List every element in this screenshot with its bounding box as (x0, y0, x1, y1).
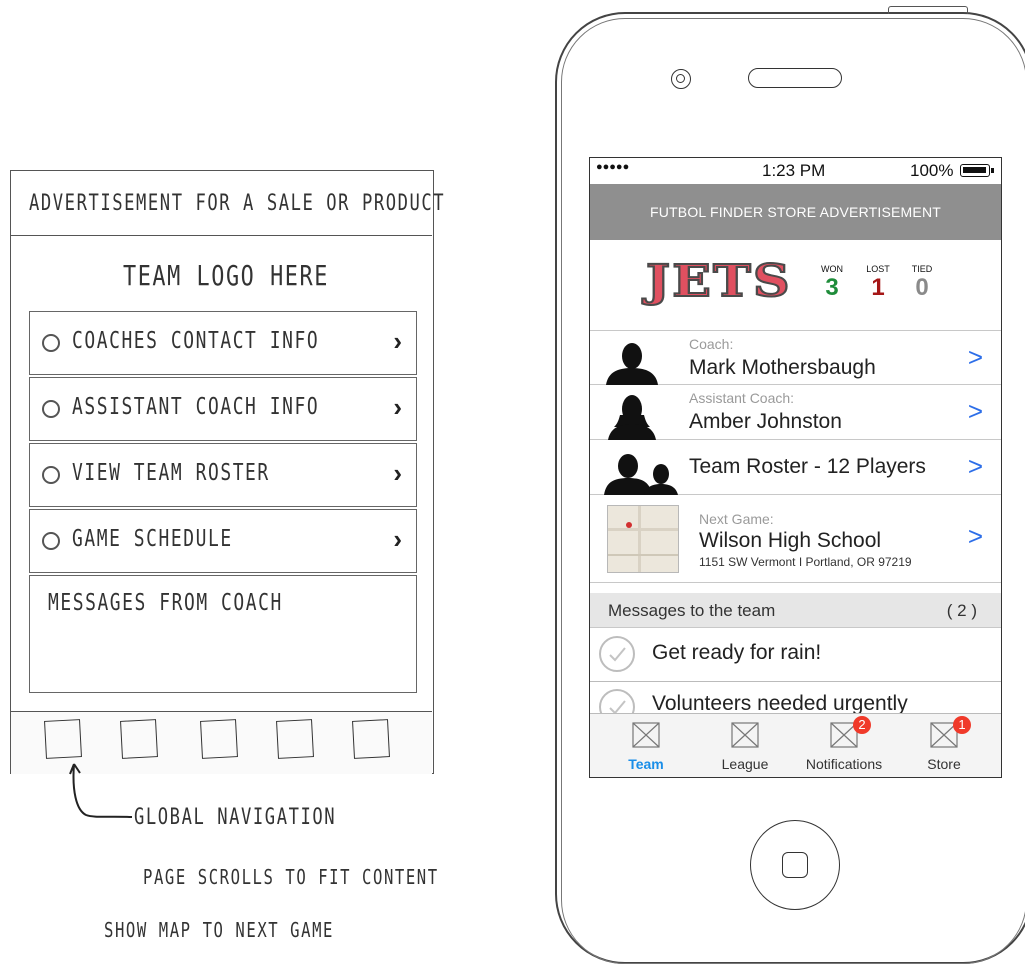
assistant-coach-row[interactable]: Assistant Coach: Amber Johnston > (590, 385, 1001, 440)
map-thumbnail[interactable] (607, 505, 679, 573)
team-roster-label: Team Roster - 12 Players (689, 455, 926, 478)
sketch-menu-item[interactable]: COACHES CONTACT INFO › (29, 311, 417, 375)
coach-sublabel: Coach: (689, 336, 734, 352)
sketch-ad-banner: ADVERTISEMENT FOR A SALE OR PRODUCT (11, 171, 444, 236)
sketch-messages-label: MESSAGES FROM COACH (48, 590, 283, 616)
message-text: Get ready for rain! (652, 641, 822, 664)
sketch-bullet-icon (42, 466, 60, 484)
battery-percent: 100% (910, 161, 954, 180)
sketch-menu-label: COACHES CONTACT INFO (72, 328, 320, 354)
tab-label: League (721, 756, 769, 772)
placeholder-image-icon (731, 722, 759, 748)
sketch-chevron-icon: › (393, 458, 402, 488)
tab-store[interactable]: 1 Store (893, 714, 995, 777)
sketch-nav-icon[interactable] (120, 719, 158, 759)
sketch-menu-item[interactable]: VIEW TEAM ROSTER › (29, 443, 417, 507)
tab-label: Team (628, 756, 664, 772)
status-time: 1:23 PM (762, 161, 826, 180)
home-square-icon (782, 852, 808, 878)
camera-icon (671, 69, 691, 89)
record-lost: LOST 1 (858, 264, 898, 302)
chevron-right-icon: > (967, 451, 983, 481)
sketch-menu-item[interactable]: GAME SCHEDULE › (29, 509, 417, 573)
sketch-nav-icon[interactable] (200, 719, 238, 759)
placeholder-image-icon (632, 722, 660, 748)
speaker-icon (748, 68, 842, 88)
sketch-menu-label: ASSISTANT COACH INFO (72, 394, 320, 420)
tab-team[interactable]: Team (595, 714, 697, 777)
record-value: 1 (871, 274, 885, 301)
map-pin-icon (626, 522, 632, 528)
sketch-annotation-global-nav: GLOBAL NAVIGATION (134, 805, 337, 830)
sketch-bullet-icon (42, 532, 60, 550)
home-button[interactable] (750, 820, 840, 910)
sketch-menu-item[interactable]: ASSISTANT COACH INFO › (29, 377, 417, 441)
next-game-address: 1151 SW Vermont I Portland, OR 97219 (699, 555, 912, 569)
sketch-messages-box: MESSAGES FROM COACH (29, 575, 417, 693)
status-bar: ●●●●● 1:23 PM 100% (590, 158, 1001, 184)
messages-header: Messages to the team ( 2 ) (590, 593, 1001, 628)
record-label: LOST (866, 264, 890, 274)
sketch-bullet-icon (42, 400, 60, 418)
chevron-right-icon: > (967, 396, 983, 426)
assistant-coach-sublabel: Assistant Coach: (689, 390, 795, 406)
person-silhouette-icon (608, 395, 656, 440)
sketch-wireframe: ADVERTISEMENT FOR A SALE OR PRODUCT TEAM… (10, 170, 444, 774)
messages-header-title: Messages to the team (608, 601, 776, 620)
chevron-right-icon: > (967, 342, 983, 372)
team-roster-row[interactable]: Team Roster - 12 Players > (590, 440, 1001, 495)
sketch-menu-label: GAME SCHEDULE (72, 526, 233, 552)
sketch-nav-icon[interactable] (352, 719, 390, 759)
sketch-arrow-icon (69, 763, 133, 818)
battery-icon (960, 164, 994, 177)
sketch-nav-icon[interactable] (276, 719, 314, 759)
phone-side-button (888, 6, 968, 14)
tab-label: Store (927, 756, 961, 772)
notification-badge: 2 (853, 716, 871, 734)
checkmark-circle-icon[interactable] (599, 636, 635, 672)
tab-bar: Team League 2 Notifications 1 Store (590, 713, 1001, 777)
record-value: 3 (825, 274, 839, 301)
next-game-row[interactable]: Next Game: Wilson High School 1151 SW Ve… (590, 495, 1001, 583)
next-game-sublabel: Next Game: (699, 511, 774, 527)
sketch-chevron-icon: › (393, 524, 402, 554)
next-game-venue: Wilson High School (699, 529, 882, 552)
assistant-coach-name: Amber Johnston (689, 410, 842, 433)
tab-league[interactable]: League (694, 714, 796, 777)
sketch-menu-label: VIEW TEAM ROSTER (72, 460, 270, 486)
sketch-team-logo: TEAM LOGO HERE (123, 259, 329, 292)
record-tied: TIED 0 (902, 264, 942, 302)
record-label: TIED (911, 264, 933, 274)
sketch-annotation-page-scrolls: PAGE SCROLLS TO FIT CONTENT (143, 865, 439, 889)
person-silhouette-icon (606, 343, 658, 385)
tab-notifications[interactable]: 2 Notifications (793, 714, 895, 777)
signal-icon: ●●●●● (596, 161, 630, 173)
record-won: WON 3 (812, 264, 852, 302)
sketch-chevron-icon: › (393, 326, 402, 356)
chevron-right-icon: > (967, 521, 983, 551)
sketch-ad-text: ADVERTISEMENT FOR A SALE OR PRODUCT (29, 191, 446, 216)
sketch-annotation-show-map: SHOW MAP TO NEXT GAME (104, 918, 335, 942)
store-advertisement-banner[interactable]: FUTBOL FINDER STORE ADVERTISEMENT (590, 184, 1001, 240)
record-label: WON (821, 264, 843, 274)
notification-badge: 1 (953, 716, 971, 734)
group-silhouette-icon (604, 454, 678, 495)
team-header: JETS WON 3 LOST 1 TIED 0 (590, 240, 1001, 331)
message-item[interactable]: Get ready for rain! (590, 627, 1001, 682)
sketch-bullet-icon (42, 334, 60, 352)
tab-label: Notifications (805, 756, 883, 772)
sketch-nav-icon[interactable] (44, 719, 82, 759)
messages-count: ( 2 ) (946, 601, 977, 620)
team-logo: JETS (645, 255, 792, 308)
coach-name: Mark Mothersbaugh (689, 356, 876, 379)
coach-row[interactable]: Coach: Mark Mothersbaugh > (590, 330, 1001, 385)
phone-screen: ●●●●● 1:23 PM 100% FUTBOL FINDER STORE A… (589, 157, 1002, 778)
sketch-chevron-icon: › (393, 392, 402, 422)
record-value: 0 (915, 274, 929, 301)
